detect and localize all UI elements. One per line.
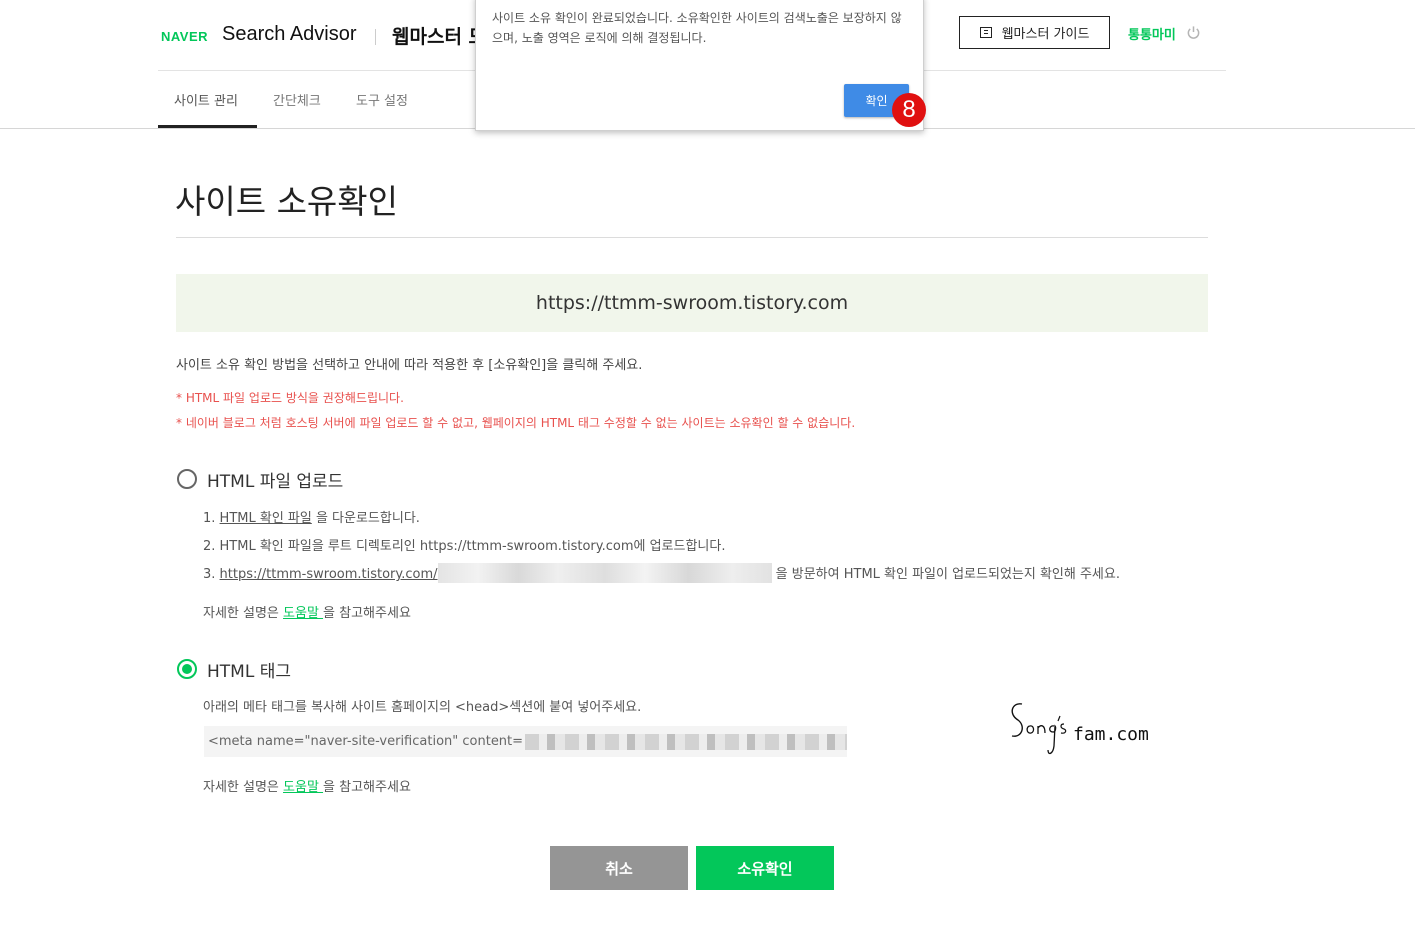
help-link-tag[interactable]: 도움말 [283, 780, 323, 795]
notice-recommend: * HTML 파일 업로드 방식을 권장해드립니다. [176, 391, 404, 405]
meta-tag-prefix: <meta name="naver-site-verification" con… [208, 734, 524, 749]
option-html-file-label[interactable]: HTML 파일 업로드 [207, 467, 343, 492]
active-tab-indicator [158, 125, 257, 128]
tab-quick-check[interactable]: 간단체크 [273, 90, 321, 109]
redacted-filename [437, 563, 772, 583]
option-html-tag-label[interactable]: HTML 태그 [207, 657, 291, 682]
step-3: 3. https://ttmm-swroom.tistory.com/ 을 방문… [203, 563, 1120, 583]
logo-divider [375, 29, 376, 45]
webmaster-guide-button[interactable]: 웹마스터 가이드 [959, 16, 1110, 49]
html-file-download-link[interactable]: HTML 확인 파일 [220, 511, 312, 526]
help-suffix: 을 참고해주세요 [323, 780, 411, 795]
cancel-button[interactable]: 취소 [550, 846, 688, 890]
instruction-text: 사이트 소유 확인 방법을 선택하고 안내에 따라 적용한 후 [소유확인]을 … [176, 358, 643, 373]
verify-file-url-link[interactable]: https://ttmm-swroom.tistory.com/ [220, 567, 438, 582]
step-3-suffix: 을 방문하여 HTML 확인 파일이 업로드되었는지 확인해 주세요. [771, 567, 1120, 582]
search-advisor-logo[interactable]: Search Advisor [222, 23, 357, 46]
section-title: 웹마스터 도 [392, 26, 487, 48]
help-link-file[interactable]: 도움말 [283, 606, 323, 621]
help-prefix: 자세한 설명은 [203, 606, 284, 621]
notice-restriction: * 네이버 블로그 처럼 호스팅 서버에 파일 업로드 할 수 없고, 웹페이지… [176, 416, 856, 430]
guide-button-label: 웹마스터 가이드 [1001, 27, 1090, 42]
site-url: https://ttmm-swroom.tistory.com [535, 292, 849, 314]
step-3-prefix: 3. [203, 567, 220, 582]
meta-tag-code-box[interactable]: <meta name="naver-site-verification" con… [204, 726, 847, 757]
logout-power-icon[interactable] [1186, 25, 1201, 40]
redacted-verification-code [525, 733, 847, 750]
step-2: 2. HTML 확인 파일을 루트 디렉토리인 https://ttmm-swr… [203, 539, 726, 554]
tab-site-management[interactable]: 사이트 관리 [174, 90, 238, 109]
help-line-file: 자세한 설명은 도움말 을 참고해주세요 [203, 602, 411, 621]
watermark-text: fam.com [1073, 724, 1149, 745]
help-prefix: 자세한 설명은 [203, 780, 284, 795]
user-name[interactable]: 통통마미 [1128, 24, 1176, 43]
dialog-message: 사이트 소유 확인이 완료되었습니다. 소유확인한 사이트의 검색노출은 보장하… [492, 11, 902, 45]
book-icon [979, 27, 992, 38]
naver-logo[interactable]: NAVER [161, 29, 208, 44]
site-url-box: https://ttmm-swroom.tistory.com [176, 274, 1208, 332]
ownership-confirm-button[interactable]: 소유확인 [696, 846, 834, 890]
help-suffix: 을 참고해주세요 [323, 606, 411, 621]
radio-html-file-upload[interactable] [177, 469, 197, 489]
step-1-suffix: 을 다운로드합니다. [311, 511, 420, 526]
step-1-prefix: 1. [203, 511, 220, 526]
radio-html-tag[interactable] [177, 659, 197, 679]
tab-tool-settings[interactable]: 도구 설정 [356, 90, 408, 109]
help-line-tag: 자세한 설명은 도움말 을 참고해주세요 [203, 776, 411, 795]
step-1: 1. HTML 확인 파일 을 다운로드합니다. [203, 507, 420, 526]
step-number-badge: 8 [892, 93, 926, 127]
meta-tag-description: 아래의 메타 태그를 복사해 사이트 홈페이지의 <head>섹션에 붙여 넣어… [203, 700, 642, 715]
confirmation-dialog: 사이트 소유 확인이 완료되었습니다. 소유확인한 사이트의 검색노출은 보장하… [475, 0, 924, 131]
title-divider [176, 237, 1208, 238]
page-title: 사이트 소유확인 [175, 182, 399, 221]
